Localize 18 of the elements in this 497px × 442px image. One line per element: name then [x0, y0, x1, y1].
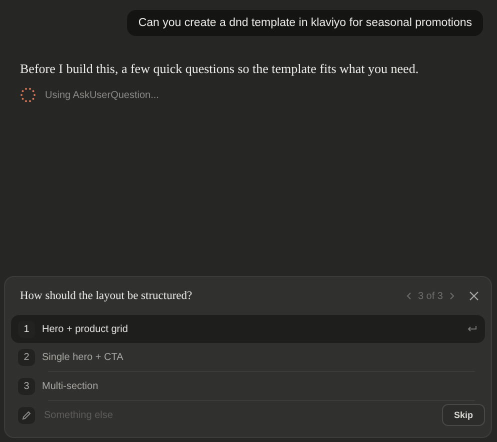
tool-status: Using AskUserQuestion... — [45, 90, 159, 100]
option-number: 1 — [18, 320, 35, 338]
close-icon[interactable] — [469, 291, 479, 301]
option-number: 2 — [18, 348, 35, 366]
question-text: How should the layout be structured? — [20, 290, 194, 302]
skip-button[interactable]: Skip — [442, 404, 485, 426]
option-item[interactable]: 1 Hero + product grid — [11, 315, 485, 343]
user-message: Can you create a dnd template in klaviyo for seasonal promotions — [127, 10, 483, 36]
enter-icon — [467, 325, 477, 333]
previous-icon[interactable] — [406, 292, 412, 300]
option-number: 3 — [18, 378, 35, 394]
option-item[interactable]: 3 Multi-section — [11, 372, 485, 400]
option-item[interactable]: 2 Single hero + CTA — [11, 343, 485, 371]
next-icon[interactable] — [449, 292, 455, 300]
assistant-message: Before I build this, a few quick questions so the template fits what you need. — [20, 61, 420, 77]
spinner-icon — [20, 87, 36, 103]
pencil-icon — [22, 410, 31, 420]
page-counter: 3 of 3 — [418, 290, 443, 302]
